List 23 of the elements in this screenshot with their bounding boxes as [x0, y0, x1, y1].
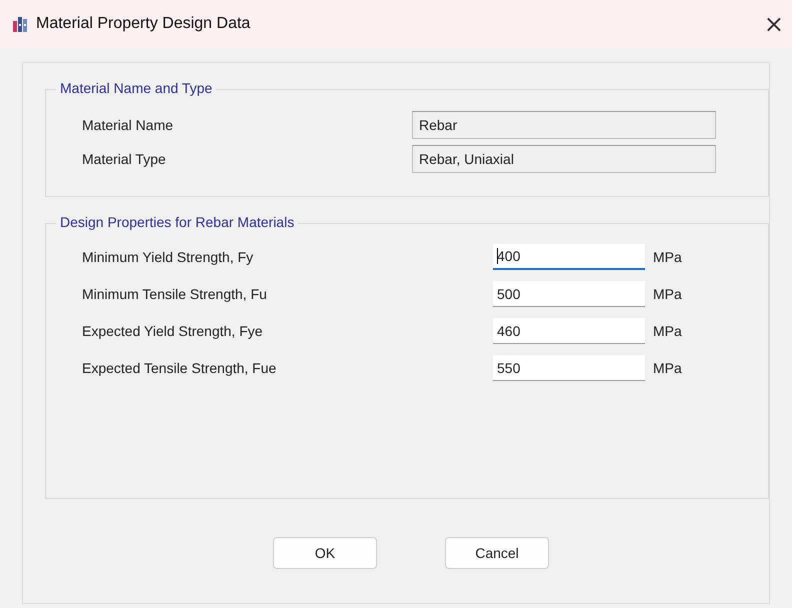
group-title: Material Name and Type — [56, 80, 216, 96]
field-label: Material Name — [82, 117, 174, 133]
input-field[interactable]: 400 — [493, 244, 645, 270]
field-label: Expected Yield Strength, Fye — [82, 323, 264, 339]
readonly-field: Rebar, Uniaxial — [412, 145, 716, 173]
close-button[interactable]: × — [756, 10, 792, 38]
field-label: Material Type — [82, 151, 167, 167]
app-icon — [12, 15, 30, 33]
readonly-field: Rebar — [412, 111, 716, 139]
input-field[interactable]: 500 — [493, 281, 645, 307]
input-field[interactable]: 550 — [493, 355, 645, 381]
field-label: Expected Tensile Strength, Fue — [82, 360, 278, 376]
field-label: Minimum Tensile Strength, Fu — [82, 286, 268, 302]
unit-label: MPa — [653, 323, 682, 339]
unit-label: MPa — [653, 286, 682, 302]
unit-label: MPa — [653, 360, 682, 376]
unit-label: MPa — [653, 249, 682, 265]
field-label: Minimum Yield Strength, Fy — [82, 249, 254, 265]
input-field[interactable]: 460 — [493, 318, 645, 344]
dialog-button[interactable]: OK — [273, 537, 377, 569]
dialog-button[interactable]: Cancel — [445, 537, 549, 569]
group-title: Design Properties for Rebar Materials — [56, 214, 298, 230]
window-title: Material Property Design Data — [36, 15, 252, 33]
